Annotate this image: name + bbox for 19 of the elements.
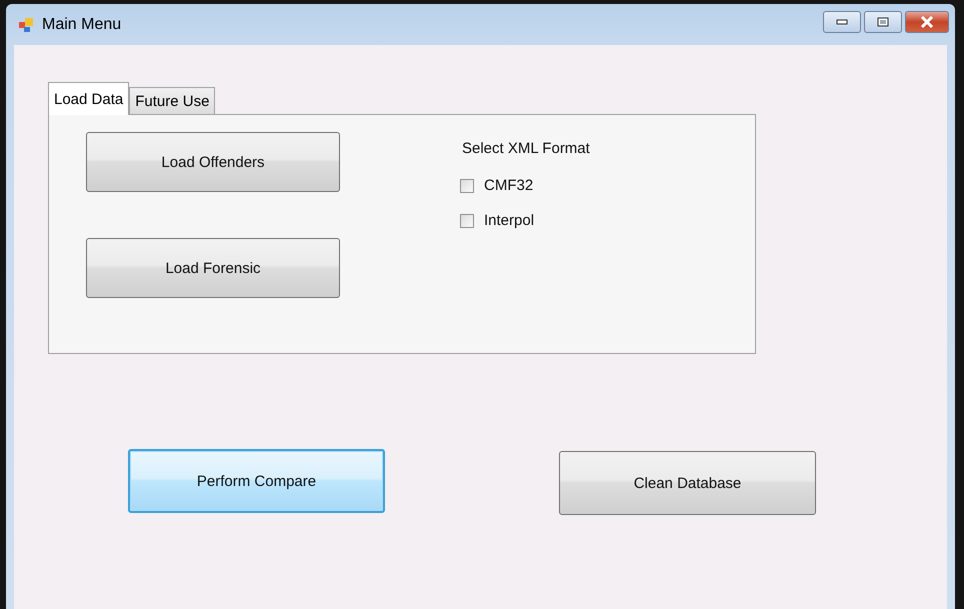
close-button[interactable] — [905, 10, 949, 32]
button[interactable]: Clean Database — [559, 451, 816, 515]
checkbox[interactable] — [460, 178, 474, 192]
app-icon — [18, 16, 34, 32]
close-icon — [920, 16, 934, 28]
button[interactable]: Perform Compare — [128, 449, 385, 513]
tab[interactable]: Future Use — [129, 87, 216, 114]
button[interactable]: Load Forensic — [86, 238, 340, 298]
tab[interactable]: Load Data — [48, 82, 130, 115]
restore-icon — [877, 16, 889, 26]
window-title: Main Menu — [42, 16, 122, 34]
group-label: Select XML Format — [462, 140, 590, 157]
checkbox-label[interactable]: CMF32 — [484, 177, 534, 194]
checkbox[interactable] — [460, 214, 474, 228]
minimize-button[interactable] — [823, 10, 861, 32]
checkbox-label[interactable]: Interpol — [484, 212, 534, 229]
button[interactable]: Load Offenders — [86, 132, 340, 192]
maximize-button[interactable] — [864, 10, 902, 32]
minimize-icon — [836, 18, 848, 24]
